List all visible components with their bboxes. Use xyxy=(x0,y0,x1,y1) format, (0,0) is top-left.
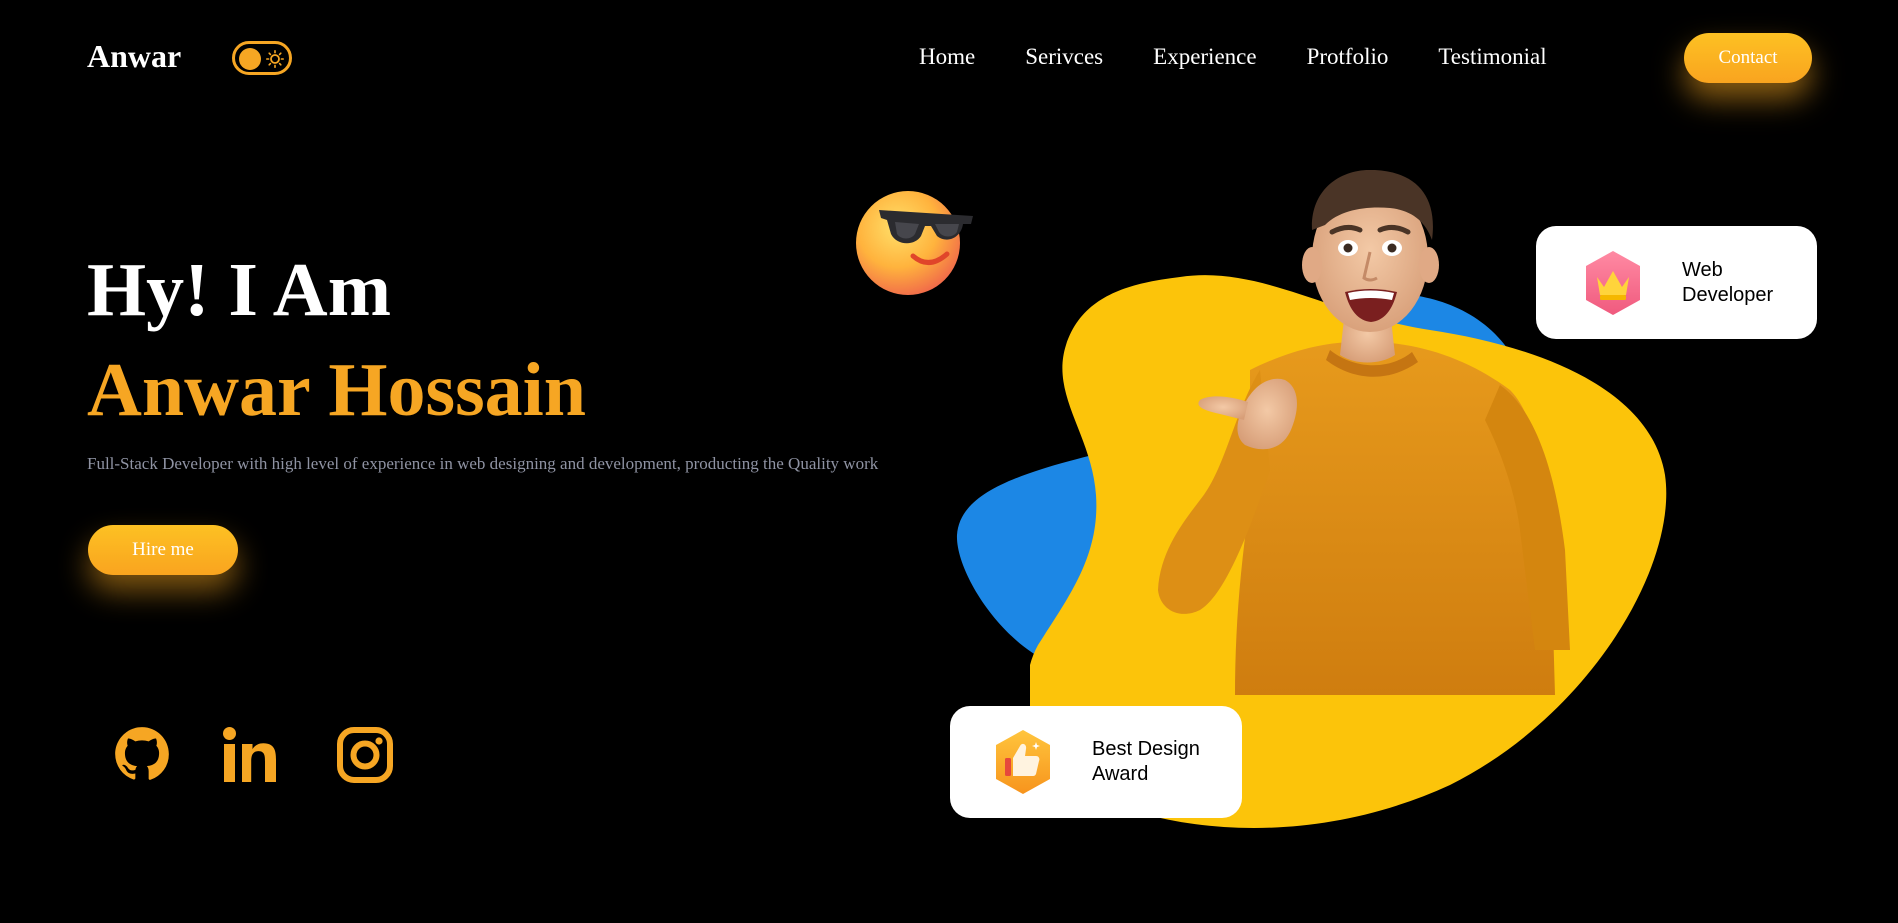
hire-me-button[interactable]: Hire me xyxy=(88,525,238,575)
best-design-award-label: Best Design Award xyxy=(1092,737,1222,787)
github-icon[interactable] xyxy=(114,726,170,782)
web-developer-label: Web Developer xyxy=(1682,258,1812,308)
sun-icon xyxy=(266,50,284,68)
crown-icon xyxy=(1586,250,1640,315)
nav-experience[interactable]: Experience xyxy=(1153,44,1256,70)
main-nav: Home Serivces Experience Protfolio Testi… xyxy=(919,44,1597,70)
sunglasses-emoji-icon xyxy=(856,191,973,295)
card-line: Developer xyxy=(1682,283,1774,306)
card-line: Web xyxy=(1682,258,1723,281)
web-developer-card: Web Developer xyxy=(1536,226,1817,339)
portrait-image xyxy=(1158,170,1570,695)
hero-name: Anwar Hossain xyxy=(87,348,587,432)
hero-greeting: Hy! I Am xyxy=(87,248,391,332)
nav-services[interactable]: Serivces xyxy=(1025,44,1103,70)
linkedin-icon[interactable] xyxy=(222,726,282,784)
instagram-icon[interactable] xyxy=(336,726,394,784)
toggle-knob xyxy=(239,48,261,70)
thumbs-up-icon xyxy=(996,730,1050,794)
nav-portfolio[interactable]: Protfolio xyxy=(1307,44,1389,70)
hero-description: Full-Stack Developer with high level of … xyxy=(87,454,879,473)
card-line: Award xyxy=(1092,763,1149,785)
best-design-award-card: Best Design Award xyxy=(950,706,1242,818)
site-logo[interactable]: Anwar xyxy=(87,38,181,75)
theme-toggle[interactable] xyxy=(232,41,292,75)
contact-button[interactable]: Contact xyxy=(1684,33,1812,83)
card-line: Best Design xyxy=(1092,738,1200,760)
nav-home[interactable]: Home xyxy=(919,44,975,70)
nav-testimonial[interactable]: Testimonial xyxy=(1438,44,1546,70)
